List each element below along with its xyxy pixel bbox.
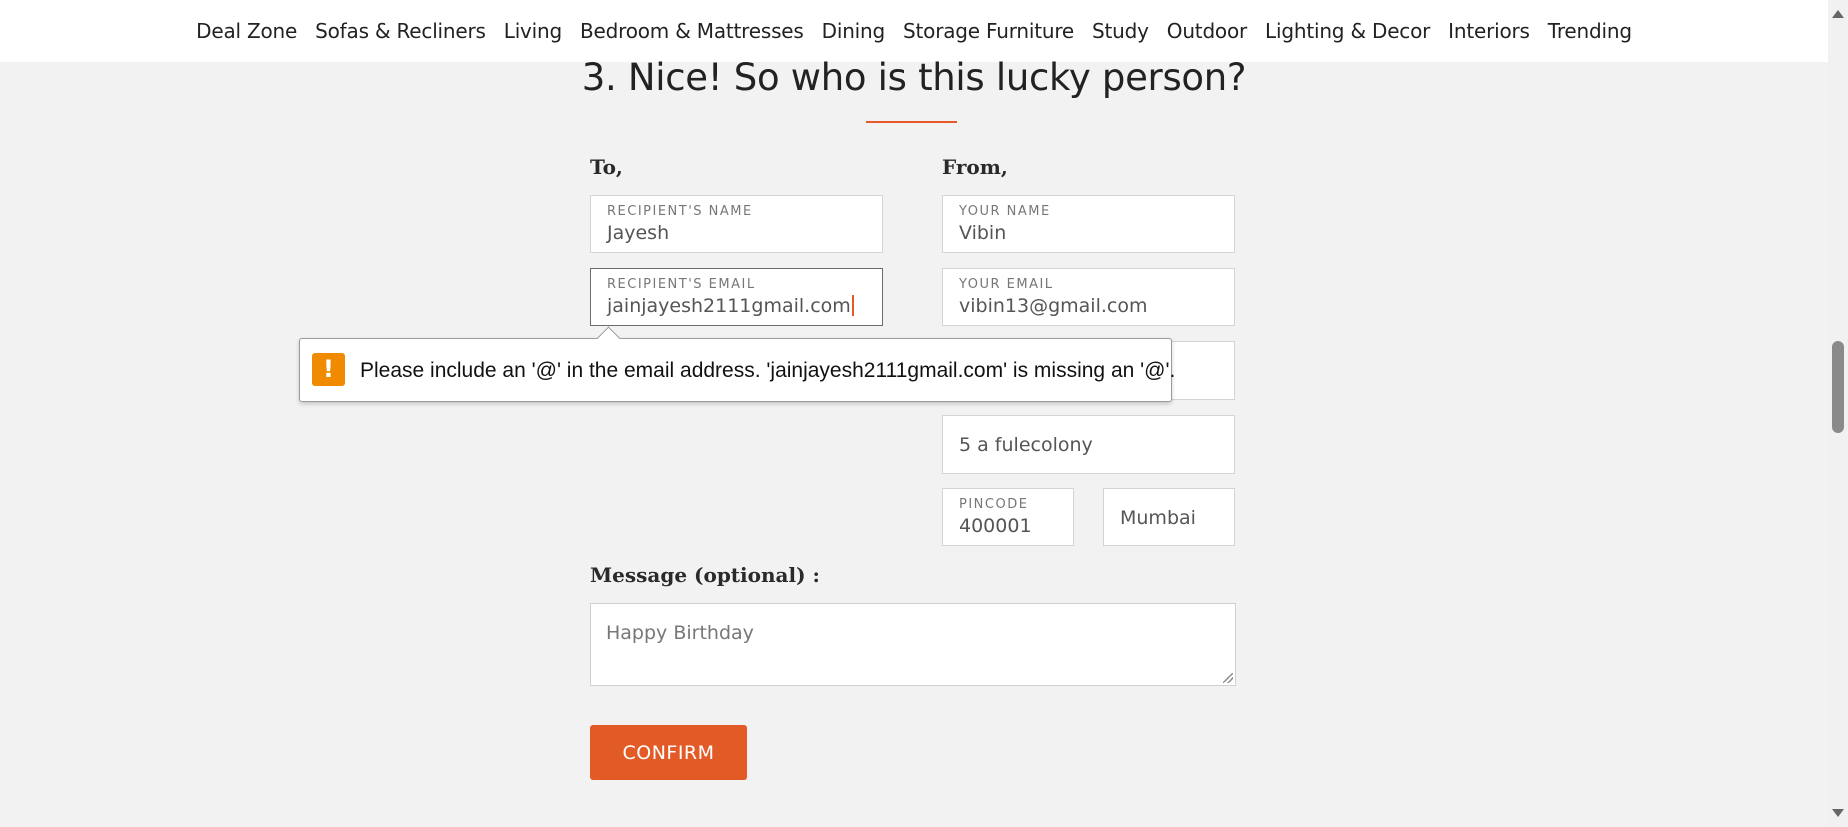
nav-item-outdoor[interactable]: Outdoor (1167, 19, 1247, 43)
your-email-value: vibin13@gmail.com (959, 295, 1148, 317)
confirm-button[interactable]: CONFIRM (590, 725, 747, 780)
your-email-label: YOUR EMAIL (959, 277, 1054, 292)
recipient-name-field[interactable]: RECIPIENT'S NAME Jayesh (590, 195, 883, 253)
scroll-up-arrow-icon[interactable] (1832, 10, 1844, 18)
recipient-name-label: RECIPIENT'S NAME (607, 204, 753, 219)
nav-item-trending[interactable]: Trending (1548, 19, 1632, 43)
nav-item-deal-zone[interactable]: Deal Zone (196, 19, 297, 43)
section-heading: 3. Nice! So who is this lucky person? (581, 56, 1247, 99)
recipient-name-value: Jayesh (607, 222, 670, 244)
heading-underline (866, 121, 957, 123)
nav-item-storage-furniture[interactable]: Storage Furniture (903, 19, 1074, 43)
validation-message: Please include an '@' in the email addre… (360, 359, 1176, 382)
pincode-value: 400001 (959, 515, 1032, 537)
nav-item-dining[interactable]: Dining (822, 19, 886, 43)
to-label: To, (590, 155, 623, 179)
address-field[interactable]: 5 a fulecolony (942, 415, 1235, 474)
pincode-label: PINCODE (959, 497, 1029, 512)
scrollbar-thumb[interactable] (1832, 341, 1844, 433)
scroll-down-arrow-icon[interactable] (1832, 809, 1844, 817)
address-value: 5 a fulecolony (959, 434, 1093, 456)
nav-item-study[interactable]: Study (1092, 19, 1149, 43)
validation-tooltip: ! Please include an '@' in the email add… (299, 326, 1176, 402)
recipient-email-value: jainjayesh2111gmail.com (607, 295, 854, 317)
message-label: Message (optional) : (590, 563, 820, 587)
from-label: From, (942, 155, 1008, 179)
recipient-email-label: RECIPIENT'S EMAIL (607, 277, 756, 292)
tooltip-arrow (596, 326, 621, 351)
nav-item-lighting-decor[interactable]: Lighting & Decor (1265, 19, 1430, 43)
recipient-email-text: jainjayesh2111gmail.com (607, 295, 851, 317)
your-name-label: YOUR NAME (959, 204, 1051, 219)
city-value: Mumbai (1120, 507, 1196, 529)
nav-item-living[interactable]: Living (504, 19, 562, 43)
page-scrollbar[interactable] (1828, 0, 1848, 827)
your-name-value: Vibin (959, 222, 1007, 244)
text-caret (851, 295, 854, 316)
city-field[interactable]: Mumbai (1103, 488, 1235, 546)
recipient-email-field[interactable]: RECIPIENT'S EMAIL jainjayesh2111gmail.co… (590, 268, 883, 326)
warning-icon: ! (312, 353, 345, 386)
resize-grip-icon[interactable] (1223, 673, 1233, 683)
nav-item-interiors[interactable]: Interiors (1448, 19, 1530, 43)
your-name-field[interactable]: YOUR NAME Vibin (942, 195, 1235, 253)
message-value: Happy Birthday (606, 622, 754, 644)
your-email-field[interactable]: YOUR EMAIL vibin13@gmail.com (942, 268, 1235, 326)
pincode-field[interactable]: PINCODE 400001 (942, 488, 1074, 546)
nav-item-bedroom-mattresses[interactable]: Bedroom & Mattresses (580, 19, 804, 43)
message-textarea[interactable]: Happy Birthday (590, 603, 1236, 686)
top-navigation: Deal Zone Sofas & Recliners Living Bedro… (0, 0, 1828, 62)
nav-item-sofas-recliners[interactable]: Sofas & Recliners (315, 19, 486, 43)
